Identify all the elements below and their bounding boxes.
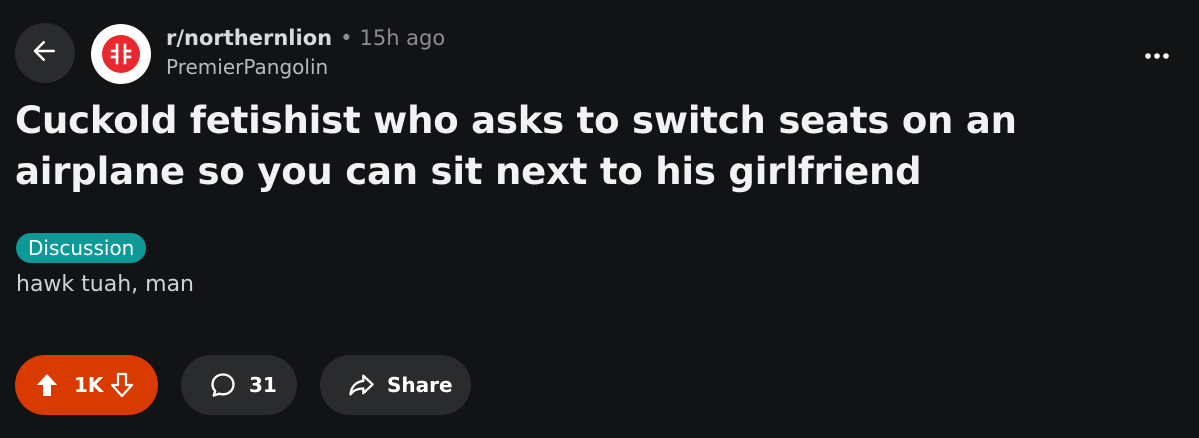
author-link[interactable]: PremierPangolin — [166, 52, 445, 82]
post-timestamp: 15h ago — [359, 26, 446, 50]
share-label: Share — [387, 373, 453, 397]
subreddit-link[interactable]: r/northernlion — [166, 24, 332, 52]
share-arrow-icon — [346, 370, 376, 400]
share-button[interactable]: Share — [320, 355, 471, 415]
post-body: hawk tuah, man — [16, 272, 194, 297]
subreddit-logo-icon — [102, 35, 140, 73]
upvote-arrow-icon[interactable] — [32, 370, 62, 400]
post-flair[interactable]: Discussion — [16, 233, 147, 263]
more-options-button[interactable] — [1132, 34, 1182, 74]
post-meta: r/northernlion • 15h ago PremierPangolin — [166, 24, 445, 82]
back-button[interactable] — [15, 23, 75, 83]
comment-bubble-icon — [208, 370, 238, 400]
comments-count: 31 — [249, 373, 277, 397]
post-meta-line: r/northernlion • 15h ago — [166, 24, 445, 52]
downvote-arrow-icon[interactable] — [107, 370, 137, 400]
ellipsis-horizontal-icon — [1144, 45, 1170, 64]
vote-score: 1K — [74, 373, 104, 397]
subreddit-avatar[interactable] — [91, 24, 151, 84]
meta-separator: • — [340, 26, 353, 50]
vote-bar: 1K — [15, 355, 158, 415]
post-title: Cuckold fetishist who asks to switch sea… — [15, 99, 1017, 193]
comments-button[interactable]: 31 — [181, 355, 297, 415]
arrow-left-icon — [30, 36, 60, 70]
